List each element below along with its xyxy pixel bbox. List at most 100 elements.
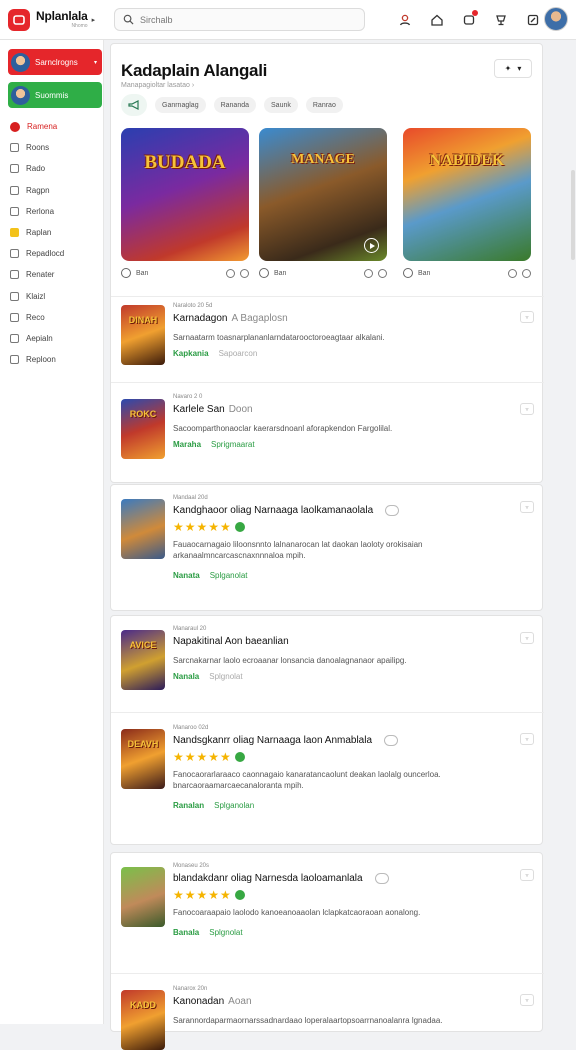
list-item-4[interactable]: DEAVH Manaroo 02d Nandsgkanrr oliag Narn… [111,712,544,846]
list-card-3: AVICE Manaraul 20 Napakitinal Aon baeanl… [110,615,544,846]
chip-1[interactable]: Rananda [213,97,257,113]
sidebar-button-label: Suommis [35,90,69,100]
share-icon[interactable] [240,268,249,278]
clock-icon [403,268,413,278]
bookmark-icon[interactable]: ▿ [520,994,534,1006]
list-item-6[interactable]: KADD Nanarox 20n Kanonadan Aoan Sarannord… [111,973,544,1050]
sort-button[interactable]: ✦ ▾ [494,59,532,78]
star-icon [10,228,19,238]
item-tag-primary[interactable]: Nanala [173,672,199,681]
bookmark-icon[interactable]: ▿ [520,501,534,513]
featured-game-1[interactable]: MANAGE [259,128,387,261]
sidebar-item-8[interactable]: Klaizl [10,286,100,307]
item-tag-primary[interactable]: Banala [173,928,199,937]
chip-0[interactable]: Ganrnaglag [155,97,206,113]
item-meta: Naraloto 20 5d [173,303,213,309]
sidebar-item-1[interactable]: Roons [10,137,100,158]
game-thumbnail: KADD [121,990,165,1050]
clock-icon [10,291,19,301]
person-pin-icon[interactable] [395,10,414,29]
thumbnail-text: DINAH [128,315,158,325]
share-icon[interactable] [522,268,531,278]
like-icon[interactable] [364,268,373,278]
sidebar-item-7[interactable]: Renater [10,264,100,285]
item-description: Fanocoaraapaio laolodo kanoeanoaaolan lc… [173,908,421,918]
account-avatar [11,52,30,72]
item-tag-secondary[interactable]: Splganolat [210,571,248,580]
sidebar-item-0[interactable]: Ramena [10,116,100,137]
sidebar-item-6[interactable]: Repadlocd [10,243,100,264]
edit-icon[interactable] [523,10,542,29]
like-icon[interactable] [508,268,517,278]
page-subtitle[interactable]: Manapagioltar lasatao › [121,82,194,89]
megaphone-icon[interactable] [121,94,147,116]
list-item-5[interactable]: Monaseu 20s blandakdanr oliag Narnesda l… [111,853,544,973]
sidebar-item-label: Ragpn [26,185,50,195]
sidebar-item-4[interactable]: Rerlona [10,201,100,222]
item-tag-primary[interactable]: Ranalan [173,801,204,810]
sidebar-secondary-button[interactable]: Suommis [8,82,102,108]
sidebar-item-label: Roons [26,143,50,153]
list-item-2[interactable]: Mandaal 20d Kandghaoor oliag Narnaaga la… [111,485,544,612]
item-tag-secondary[interactable]: Sapoarcon [219,349,258,358]
sidebar-account-button[interactable]: Sarnclrogns ▾ [8,49,102,75]
notification-badge [472,10,478,16]
item-description: Fauaocarnagaio liloonsnnto lalnanarocan … [173,540,423,561]
brand-caret-icon[interactable]: ▸ [92,16,96,24]
sidebar-item-3[interactable]: Ragpn [10,180,100,201]
featured-game-2[interactable]: NABIDEK [403,128,531,261]
featured-title: MANAGE [291,152,355,167]
item-tag-secondary[interactable]: Splgnolat [209,928,242,937]
bookmark-icon[interactable]: ▿ [520,869,534,881]
item-meta: Manaraul 20 [173,626,207,632]
sidebar-item-label: Reploon [26,355,56,365]
notification-icon[interactable] [459,10,478,29]
bookmark-icon[interactable]: ▿ [520,632,534,644]
bookmark-icon[interactable]: ▿ [520,311,534,323]
item-tag-secondary[interactable]: Sprigmaarat [211,440,255,449]
bookmark-icon[interactable]: ▿ [520,403,534,415]
list-card-2: Mandaal 20d Kandghaoor oliag Narnaaga la… [110,484,543,611]
brand[interactable]: Nplanlala Nhomo [36,10,88,29]
sidebar: Sarnclrogns ▾ Suommis Ramena Roons Rado … [0,40,104,1024]
sidebar-item-5[interactable]: Raplan [10,222,100,243]
list-item-1[interactable]: ROKC Navaro 2 0 Karlele San Doon Sacoompa… [111,382,544,484]
message-icon [10,164,19,174]
sidebar-item-2[interactable]: Rado [10,158,100,179]
sidebar-nav: Ramena Roons Rado Ragpn Rerlona Raplan R… [10,116,100,370]
folder-icon [10,270,19,280]
item-description: Sacoomparthonaoclar kaerarsdnoanl aforap… [173,424,393,433]
sidebar-item-11[interactable]: Reploon [10,349,100,370]
play-icon[interactable] [364,238,379,253]
list-item-3[interactable]: AVICE Manaraul 20 Napakitinal Aon baeanl… [111,616,544,712]
user-avatar[interactable] [544,7,568,31]
emoji-icon[interactable] [385,505,400,516]
emoji-icon[interactable] [384,735,399,746]
like-icon[interactable] [226,268,235,278]
bookmark-icon[interactable]: ▿ [520,733,534,745]
item-tag-primary[interactable]: Maraha [173,440,201,449]
search-input[interactable]: Sirchalb [114,8,365,31]
thumbnail-text: ROKC [129,409,157,419]
chip-2[interactable]: Saunk [264,97,298,113]
arrow-icon: ✦ [504,64,512,73]
item-tag-secondary[interactable]: Splgnolat [209,672,242,681]
trophy-icon[interactable] [491,10,510,29]
app-logo-icon[interactable] [8,8,30,31]
sidebar-item-9[interactable]: Reco [10,307,100,328]
list-item-0[interactable]: DINAH Naraloto 20 5d Karnadagon A Bagaplo… [111,296,544,382]
chevron-down-icon: ▾ [517,64,522,73]
chip-3[interactable]: Ranrao [305,97,343,113]
page-scrollbar[interactable] [571,170,575,260]
home-icon[interactable] [427,10,446,29]
item-tag-secondary[interactable]: Splganolan [214,801,254,810]
item-tag-primary[interactable]: Nanata [173,571,200,580]
thumbnail-text: KADD [130,1000,156,1010]
sidebar-item-10[interactable]: Aepialn [10,328,100,349]
share-icon[interactable] [378,268,387,278]
featured-meta-0: Ban [121,266,249,280]
item-tag-primary[interactable]: Kapkania [173,349,209,358]
featured-game-0[interactable]: BUDADA [121,128,249,261]
secondary-avatar [11,85,30,105]
emoji-icon[interactable] [374,873,389,884]
